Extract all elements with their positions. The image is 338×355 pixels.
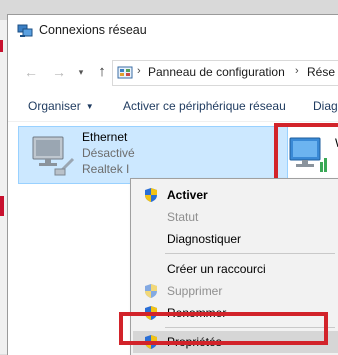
window-title: Connexions réseau bbox=[39, 23, 147, 37]
diagnose-button[interactable]: Diagn bbox=[313, 99, 338, 113]
titlebar: Connexions réseau bbox=[8, 15, 338, 46]
address-bar: ← → ▾ ↑ › Panneau de configuration › Rés… bbox=[8, 59, 338, 86]
menu-item-label: Supprimer bbox=[167, 284, 223, 298]
menu-item-create-shortcut[interactable]: Créer un raccourci bbox=[133, 258, 338, 280]
breadcrumb-control-panel[interactable]: Panneau de configuration bbox=[148, 65, 285, 79]
organize-button[interactable]: Organiser ▼ bbox=[28, 99, 94, 113]
background-red-mark bbox=[0, 40, 3, 52]
menu-item-status[interactable]: Statut bbox=[133, 206, 338, 228]
chevron-down-icon[interactable]: ▾ bbox=[72, 63, 90, 81]
menu-item-label: Créer un raccourci bbox=[167, 262, 266, 276]
breadcrumb-separator: › bbox=[137, 65, 141, 77]
arrow-right-icon[interactable]: → bbox=[50, 63, 68, 81]
chevron-down-icon: ▼ bbox=[85, 102, 94, 111]
uac-shield-icon bbox=[145, 284, 157, 298]
arrow-left-icon[interactable]: ← bbox=[22, 63, 40, 81]
annotation-highlight-box bbox=[274, 123, 338, 185]
menu-item-label: Statut bbox=[167, 210, 199, 224]
menu-item-diagnose[interactable]: Diagnostiquer bbox=[133, 228, 338, 250]
uac-shield-icon bbox=[145, 188, 157, 202]
menu-item-activate[interactable]: Activer bbox=[133, 184, 338, 206]
menu-separator bbox=[165, 253, 335, 254]
command-bar: Organiser ▼ Activer ce périphérique résea… bbox=[8, 93, 338, 122]
menu-item-label: Diagnostiquer bbox=[167, 232, 242, 246]
connection-ethernet[interactable]: Ethernet Désactivé Realtek I bbox=[18, 126, 288, 184]
breadcrumb-network[interactable]: Rése bbox=[307, 65, 335, 79]
address-path-box[interactable]: › Panneau de configuration › Rése bbox=[112, 60, 338, 86]
organize-label: Organiser bbox=[28, 99, 81, 113]
network-connections-icon bbox=[17, 24, 33, 37]
background-window-edge bbox=[0, 20, 7, 354]
annotation-highlight-box bbox=[119, 312, 328, 345]
connection-device: Realtek I bbox=[82, 162, 130, 176]
connection-status: Désactivé bbox=[82, 146, 135, 160]
ethernet-adapter-icon bbox=[32, 136, 75, 176]
arrow-up-icon[interactable]: ↑ bbox=[93, 63, 111, 81]
activate-device-button[interactable]: Activer ce périphérique réseau bbox=[123, 99, 286, 113]
breadcrumb-separator: › bbox=[295, 65, 299, 77]
network-connections-window: Connexions réseau ← → ▾ ↑ › Panneau de c… bbox=[7, 14, 338, 355]
control-panel-icon bbox=[117, 66, 133, 79]
connection-name: Ethernet bbox=[82, 130, 128, 144]
menu-item-label: Activer bbox=[167, 188, 208, 202]
background-red-mark bbox=[0, 196, 4, 216]
menu-item-delete[interactable]: Supprimer bbox=[133, 280, 338, 302]
